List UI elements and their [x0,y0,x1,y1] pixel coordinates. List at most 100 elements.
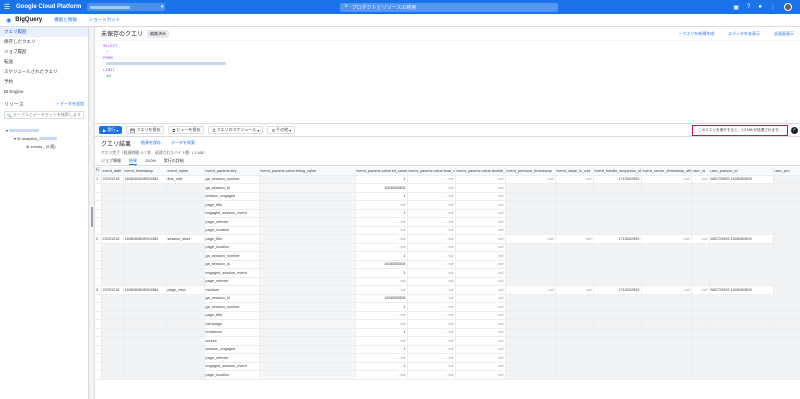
new-query-button[interactable]: + クエリを新規作成 [679,31,714,37]
table-row[interactable]: page_title null null null [95,200,800,210]
shortcuts-link[interactable]: ショートカット [89,17,121,23]
table-row[interactable]: page_title null null null [95,311,800,320]
user-properties-cell [773,209,800,218]
sidebar-item-job-history[interactable]: ジョブ履歴 [0,47,88,57]
event-date-cell [101,294,124,303]
column-header[interactable]: event_params.value.double_value [455,167,506,176]
brand-title[interactable]: Google Cloud Platform [16,4,81,10]
previous-timestamp-cell [505,294,556,303]
column-header[interactable]: event_params.key [204,167,260,176]
param-key-cell: page_title [204,234,260,244]
more-button[interactable]: ⚙ その他 ▾ [267,126,296,134]
event-timestamp-cell [123,268,167,278]
save-query-button[interactable]: 💾 クエリを保存 [126,126,165,134]
param-string-value-cell [259,260,356,269]
column-header[interactable]: event_params.value.float_value [407,167,456,176]
explore-data-button[interactable]: データを探索 [171,140,195,146]
sidebar-item-transfers[interactable]: 転送 [0,57,88,67]
user-id-cell [691,183,710,193]
fullscreen-button[interactable]: 全画面表示 [774,31,794,37]
query-editor[interactable]: SELECT * FROM LIMIT 10 [95,41,800,123]
save-view-button[interactable]: ⧉ ビューを保存 [168,126,205,134]
notification-icon[interactable]: ● [758,4,762,10]
table-row[interactable]: session_engaged 1 null null [95,345,800,354]
table-row[interactable]: page_referrer null null null [95,277,800,286]
table-row[interactable]: ga_session_id 1608260808 null null [95,294,800,303]
help-icon[interactable]: ? [747,4,750,10]
server-offset-cell: null [641,234,692,244]
table-row[interactable]: session_engaged 1 null null [95,192,800,201]
table-row[interactable]: engaged_session_event 1 null null [95,209,800,218]
user-properties-cell [773,336,800,346]
table-row[interactable]: 2 20201218 1608260808924384 session_start pa… [95,234,800,244]
table-row[interactable]: entrances 1 null null [95,328,800,337]
tab-execution-details[interactable]: 実行の詳細 [164,158,184,165]
table-row[interactable]: engaged_session_event 1 null null [95,362,800,371]
column-header[interactable]: event_bundle_sequence_id [593,167,642,176]
value-in-usd-cell [555,319,594,329]
save-results-button[interactable]: 結果を保存 [141,140,161,146]
table-row[interactable]: campaign null null null [95,319,800,329]
menu-icon[interactable]: ☰ [0,3,14,11]
user-pseudo-id-cell: 680723092.1608260809 [709,234,774,244]
param-double-value-cell: null [455,251,506,261]
results-table[interactable]: 行 event_date event_timestamp event_name even… [95,167,800,399]
param-float-value-cell: null [407,200,456,210]
event-date-cell: 20201218 [101,234,124,244]
sidebar-item-saved-queries[interactable]: 保存したクエリ [0,37,88,47]
check-icon: ✓ [791,127,798,134]
project-selector[interactable]: ▾ [87,3,166,11]
server-offset-cell [641,302,692,312]
param-key-cell: ga_session_number [204,174,260,184]
table-row[interactable]: page_location null null null [95,243,800,252]
event-name-cell [166,336,205,346]
more-icon[interactable]: ⋮ [770,4,776,11]
column-header[interactable]: event_previous_timestamp [505,167,556,176]
hide-editor-button[interactable]: エディタを非表示 [728,31,760,37]
table-row[interactable]: page_location null null null [95,370,800,380]
run-button[interactable]: ▶ 実行 ▾ [99,126,123,134]
column-header[interactable]: event_date [101,167,124,176]
sidebar-item-scheduled-queries[interactable]: スケジュールされたクエリ [0,67,88,77]
tab-json[interactable]: JSON [145,158,156,165]
column-header[interactable]: user_pro [773,167,800,176]
column-header[interactable]: event_server_timestamp_offset [641,167,692,176]
param-float-value-cell: null [407,174,456,184]
value-in-usd-cell [555,183,594,193]
table-tree-node[interactable]: ⊞ events_ (9 個) [0,143,88,151]
sidebar-item-reservations[interactable]: 予約 [0,77,88,87]
column-header[interactable]: user_pseudo_id [709,167,774,176]
avatar[interactable] [784,3,792,11]
column-header[interactable]: user_id [691,167,710,176]
column-header[interactable]: event_timestamp [123,167,167,176]
dataset-tree-node[interactable]: ▾ ⊞ analytics_ [0,135,88,143]
schedule-query-button[interactable]: ⏱ クエリのスケジュール ▾ [208,126,264,134]
table-row[interactable]: page_location null null null [95,226,800,235]
features-link[interactable]: 機能と情報 [54,17,77,23]
column-header[interactable]: event_value_in_usd [555,167,594,176]
table-row[interactable]: ga_session_id 1608260808 null null [95,183,800,193]
gift-icon[interactable]: ▣ [733,4,739,11]
tab-job-info[interactable]: ジョブ情報 [101,158,121,165]
table-row[interactable]: ga_session_number 1 null null [95,251,800,261]
table-row[interactable]: 1 20201218 1608260808924384 first_visit ga_s… [95,174,800,184]
server-offset-cell [641,311,692,320]
param-key-cell: campaign [204,319,260,329]
column-header[interactable]: event_params.value.string_value [259,167,356,176]
table-row[interactable]: ga_session_id 1608260808 null null [95,260,800,269]
sidebar-item-bi-engine[interactable]: BI Engine [0,87,88,97]
resource-search-input[interactable]: 🔍 テーブルとデータセットを検索します [4,111,84,119]
project-tree-node[interactable]: ▾ [0,127,88,135]
sidebar-item-query-history[interactable]: クエリ履歴 [0,27,88,37]
column-header[interactable]: event_params.value.int_value [355,167,408,176]
table-row[interactable]: page_referrer null null null [95,217,800,227]
table-row[interactable]: 3 20201218 1608260808924384 page_view medium… [95,285,800,295]
search-input[interactable]: 🔍 プロダクトとリソースの検索 [340,2,558,12]
table-row[interactable]: page_referrer null null null [95,353,800,363]
table-row[interactable]: source null null null [95,336,800,346]
table-row[interactable]: ga_session_number 1 null null [95,302,800,312]
table-row[interactable]: engaged_session_event 1 null null [95,268,800,278]
add-data-button[interactable]: + データを追加 [57,101,84,107]
column-header[interactable]: event_name [166,167,205,176]
tab-results[interactable]: 結果 [129,158,137,165]
